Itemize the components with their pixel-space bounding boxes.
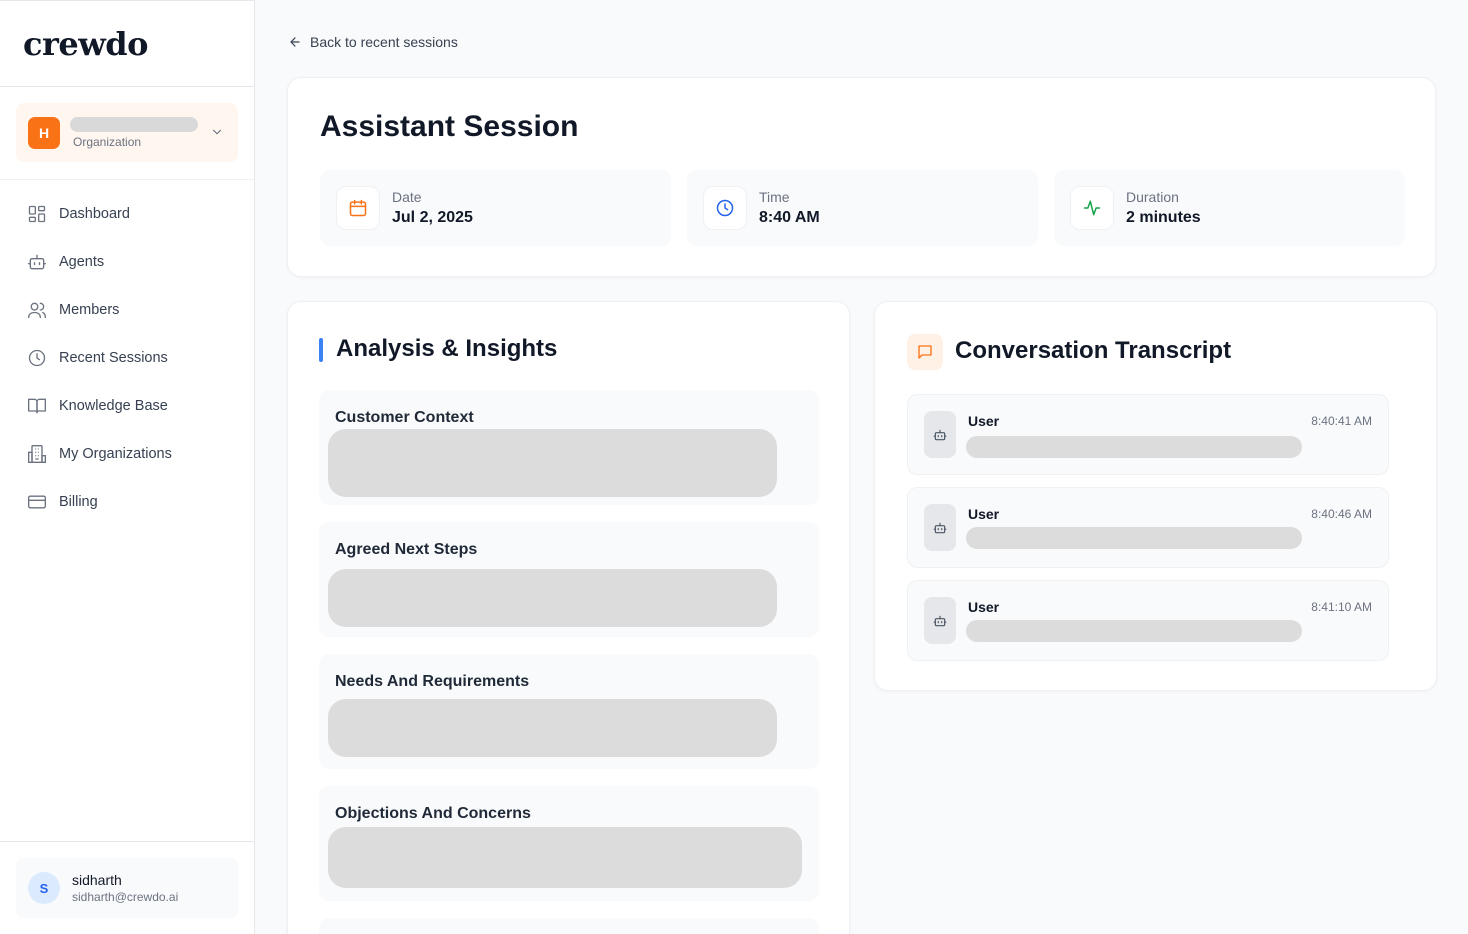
activity-icon <box>1070 186 1114 230</box>
sidebar-item-label: Agents <box>59 254 105 270</box>
user-email: sidharth@crewdo.ai <box>72 890 179 904</box>
stat-duration-value: 2 minutes <box>1126 209 1201 226</box>
app-logo[interactable]: crewdo <box>0 1 254 87</box>
transcript-message: User 8:40:41 AM <box>907 394 1389 475</box>
message-time: 8:41:10 AM <box>1311 600 1372 614</box>
credit-card-icon <box>28 495 46 509</box>
org-avatar: H <box>28 116 60 149</box>
stat-duration: Duration 2 minutes <box>1054 170 1405 246</box>
arrow-left-icon <box>290 37 300 47</box>
message-time: 8:40:46 AM <box>1311 507 1372 521</box>
user-text: sidharth sidharth@crewdo.ai <box>72 872 178 904</box>
sidebar-item-my-organizations[interactable]: My Organizations <box>0 430 254 478</box>
message-text-placeholder <box>966 527 1302 549</box>
sidebar-item-dashboard[interactable]: Dashboard <box>0 190 254 238</box>
sidebar-item-billing[interactable]: Billing <box>0 478 254 526</box>
sidebar-item-label: Recent Sessions <box>59 350 168 366</box>
content-placeholder <box>328 569 777 627</box>
transcript-message: User 8:40:46 AM <box>907 487 1389 568</box>
org-text: Organization <box>70 116 198 149</box>
content-placeholder <box>328 429 777 497</box>
content-placeholder <box>328 827 802 888</box>
message-time: 8:40:41 AM <box>1311 414 1372 428</box>
section-accent-bar <box>319 338 323 362</box>
insight-objections-concerns: Objections And Concerns <box>319 786 819 901</box>
user-profile[interactable]: S sidharth sidharth@crewdo.ai <box>16 858 238 918</box>
bot-icon <box>924 597 956 644</box>
insight-agreed-next-steps: Agreed Next Steps <box>319 522 819 637</box>
stat-date-value: Jul 2, 2025 <box>392 209 473 226</box>
stat-time: Time 8:40 AM <box>687 170 1038 246</box>
sidebar-item-agents[interactable]: Agents <box>0 238 254 286</box>
clock-icon <box>703 186 747 230</box>
org-switcher-wrap: H Organization <box>0 87 254 180</box>
stat-date: Date Jul 2, 2025 <box>320 170 671 246</box>
stat-date-label: Date <box>392 189 422 205</box>
org-name-placeholder <box>70 116 198 132</box>
insight-needs-requirements: Needs And Requirements <box>319 654 819 769</box>
bot-icon <box>924 504 956 551</box>
clock-icon <box>28 349 46 367</box>
message-text-placeholder <box>966 436 1302 458</box>
transcript-card: Conversation Transcript User 8:40:41 AM … <box>874 301 1437 691</box>
avatar: S <box>28 872 60 904</box>
sidebar-item-label: Knowledge Base <box>59 398 168 414</box>
chevron-down-icon[interactable] <box>210 125 224 144</box>
sidebar-nav: Dashboard Agents Members Recent Sessions… <box>0 180 254 526</box>
content-placeholder <box>328 699 777 757</box>
stat-time-value: 8:40 AM <box>759 209 820 226</box>
message-speaker: User <box>968 506 1000 522</box>
bot-icon <box>28 254 46 270</box>
user-card: S sidharth sidharth@crewdo.ai <box>0 841 254 934</box>
back-link-label: Back to recent sessions <box>310 34 458 50</box>
main-content: Back to recent sessions Assistant Sessio… <box>255 0 1468 934</box>
sidebar: crewdo H Organization Dashboard Agents M… <box>0 0 255 934</box>
message-speaker: User <box>968 599 1000 615</box>
calendar-icon <box>336 186 380 230</box>
message-speaker: User <box>968 413 1000 429</box>
message-square-icon <box>907 334 943 370</box>
building-icon <box>28 445 46 463</box>
insight-title: Agreed Next Steps <box>335 541 478 558</box>
stat-duration-label: Duration <box>1126 189 1179 205</box>
page-title: Assistant Session <box>320 110 579 143</box>
analysis-title: Analysis & Insights <box>336 335 558 362</box>
stat-time-label: Time <box>759 189 790 205</box>
analysis-card: Analysis & Insights Customer Context Agr… <box>287 301 850 934</box>
sidebar-item-members[interactable]: Members <box>0 286 254 334</box>
insight-more <box>319 918 819 934</box>
dashboard-icon <box>28 205 46 223</box>
sidebar-item-label: My Organizations <box>59 446 172 462</box>
transcript-message: User 8:41:10 AM <box>907 580 1389 661</box>
sidebar-item-label: Members <box>59 302 120 318</box>
session-header-card: Assistant Session Date Jul 2, 2025 Time … <box>287 77 1436 277</box>
insight-title: Customer Context <box>335 409 474 426</box>
org-label: Organization <box>73 134 142 149</box>
sidebar-item-knowledge-base[interactable]: Knowledge Base <box>0 382 254 430</box>
user-name: sidharth <box>72 872 122 888</box>
back-link[interactable]: Back to recent sessions <box>288 34 458 50</box>
insight-title: Needs And Requirements <box>335 673 530 690</box>
bot-icon <box>924 411 956 458</box>
book-open-icon <box>28 398 46 414</box>
sidebar-item-label: Billing <box>59 494 98 510</box>
insight-title: Objections And Concerns <box>335 805 531 822</box>
sidebar-item-recent-sessions[interactable]: Recent Sessions <box>0 334 254 382</box>
insight-customer-context: Customer Context <box>319 390 819 505</box>
org-switcher[interactable]: H Organization <box>16 103 238 162</box>
sidebar-item-label: Dashboard <box>59 206 130 222</box>
message-text-placeholder <box>966 620 1302 642</box>
users-icon <box>28 302 46 319</box>
transcript-title: Conversation Transcript <box>955 337 1232 364</box>
